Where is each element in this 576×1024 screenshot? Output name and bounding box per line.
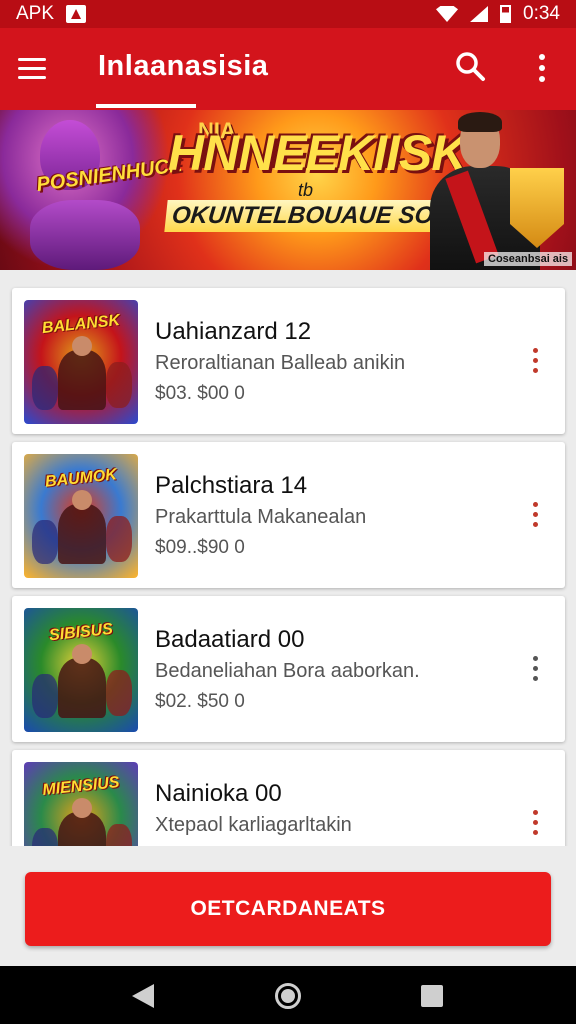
item-price: $03. $00 0: [155, 383, 245, 404]
item-title: Palchstiara 14: [155, 472, 308, 499]
item-subtitle: Prakarttula Makanealan: [155, 506, 367, 528]
thumbnail-title: BAUMOK: [44, 466, 118, 491]
item-title: Badaatiard 00: [155, 626, 305, 653]
more-vert-icon[interactable]: [526, 802, 544, 842]
more-vert-icon[interactable]: [526, 340, 544, 380]
signal-icon: [470, 6, 489, 22]
thumbnail-title: SIBISUS: [48, 620, 114, 645]
back-icon[interactable]: [132, 984, 154, 1008]
game-list[interactable]: BALANSK Uahianzard 12 Reroraltianan Ball…: [0, 270, 576, 846]
status-left: APK: [16, 3, 87, 25]
status-bar: APK 0:34: [0, 0, 576, 28]
more-vert-icon[interactable]: [528, 48, 556, 88]
active-tab-indicator: [96, 104, 196, 108]
item-title: Uahianzard 12: [155, 318, 312, 345]
item-subtitle: Reroraltianan Balleab anikin: [155, 352, 406, 374]
more-vert-icon[interactable]: [526, 648, 544, 688]
banner-caption: Coseanbsai ais: [484, 252, 573, 266]
game-thumbnail: BALANSK: [24, 300, 138, 424]
search-icon[interactable]: [454, 50, 492, 88]
promo-banner[interactable]: POSNIENHUCE NIA HNNEEKIISK tb OKUNTELBOU…: [0, 110, 576, 270]
item-subtitle: Xtepaol karliagarltakin: [155, 814, 352, 836]
item-title: Nainioka 00: [155, 780, 282, 807]
game-thumbnail: SIBISUS: [24, 608, 138, 732]
primary-action-button[interactable]: OETCARDANEATS: [25, 872, 551, 946]
game-thumbnail: BAUMOK: [24, 454, 138, 578]
app-title: Inlaanasisia: [98, 50, 269, 82]
status-time: 0:34: [523, 3, 560, 24]
system-nav-bar: [0, 966, 576, 1024]
thumbnail-title: BALANSK: [41, 311, 121, 338]
game-thumbnail: MIENSIUS: [24, 762, 138, 846]
bottom-action-area: OETCARDANEATS: [0, 846, 576, 966]
list-item[interactable]: BALANSK Uahianzard 12 Reroraltianan Ball…: [12, 288, 565, 434]
list-item[interactable]: MIENSIUS Nainioka 00 Xtepaol karliagarlt…: [12, 750, 565, 846]
wifi-icon: [436, 6, 459, 22]
banner-character-right: [420, 110, 576, 270]
more-vert-icon[interactable]: [526, 494, 544, 534]
banner-small-text: tb: [298, 180, 314, 200]
menu-icon[interactable]: [18, 50, 62, 86]
status-right: 0:34: [436, 3, 560, 25]
home-icon[interactable]: [275, 983, 301, 1009]
battery-icon: [500, 5, 512, 23]
list-item[interactable]: BAUMOK Palchstiara 14 Prakarttula Makane…: [12, 442, 565, 588]
item-price: $09..$90 0: [155, 537, 245, 558]
notification-icon: [66, 5, 87, 23]
app-bar: Inlaanasisia: [0, 28, 576, 110]
status-app-label: APK: [16, 3, 55, 24]
item-subtitle: Bedaneliahan Bora aaborkan.: [155, 660, 420, 682]
thumbnail-title: MIENSIUS: [41, 774, 121, 799]
recents-icon[interactable]: [421, 985, 443, 1007]
list-item[interactable]: SIBISUS Badaatiard 00 Bedaneliahan Bora …: [12, 596, 565, 742]
item-price: $02. $50 0: [155, 691, 245, 712]
